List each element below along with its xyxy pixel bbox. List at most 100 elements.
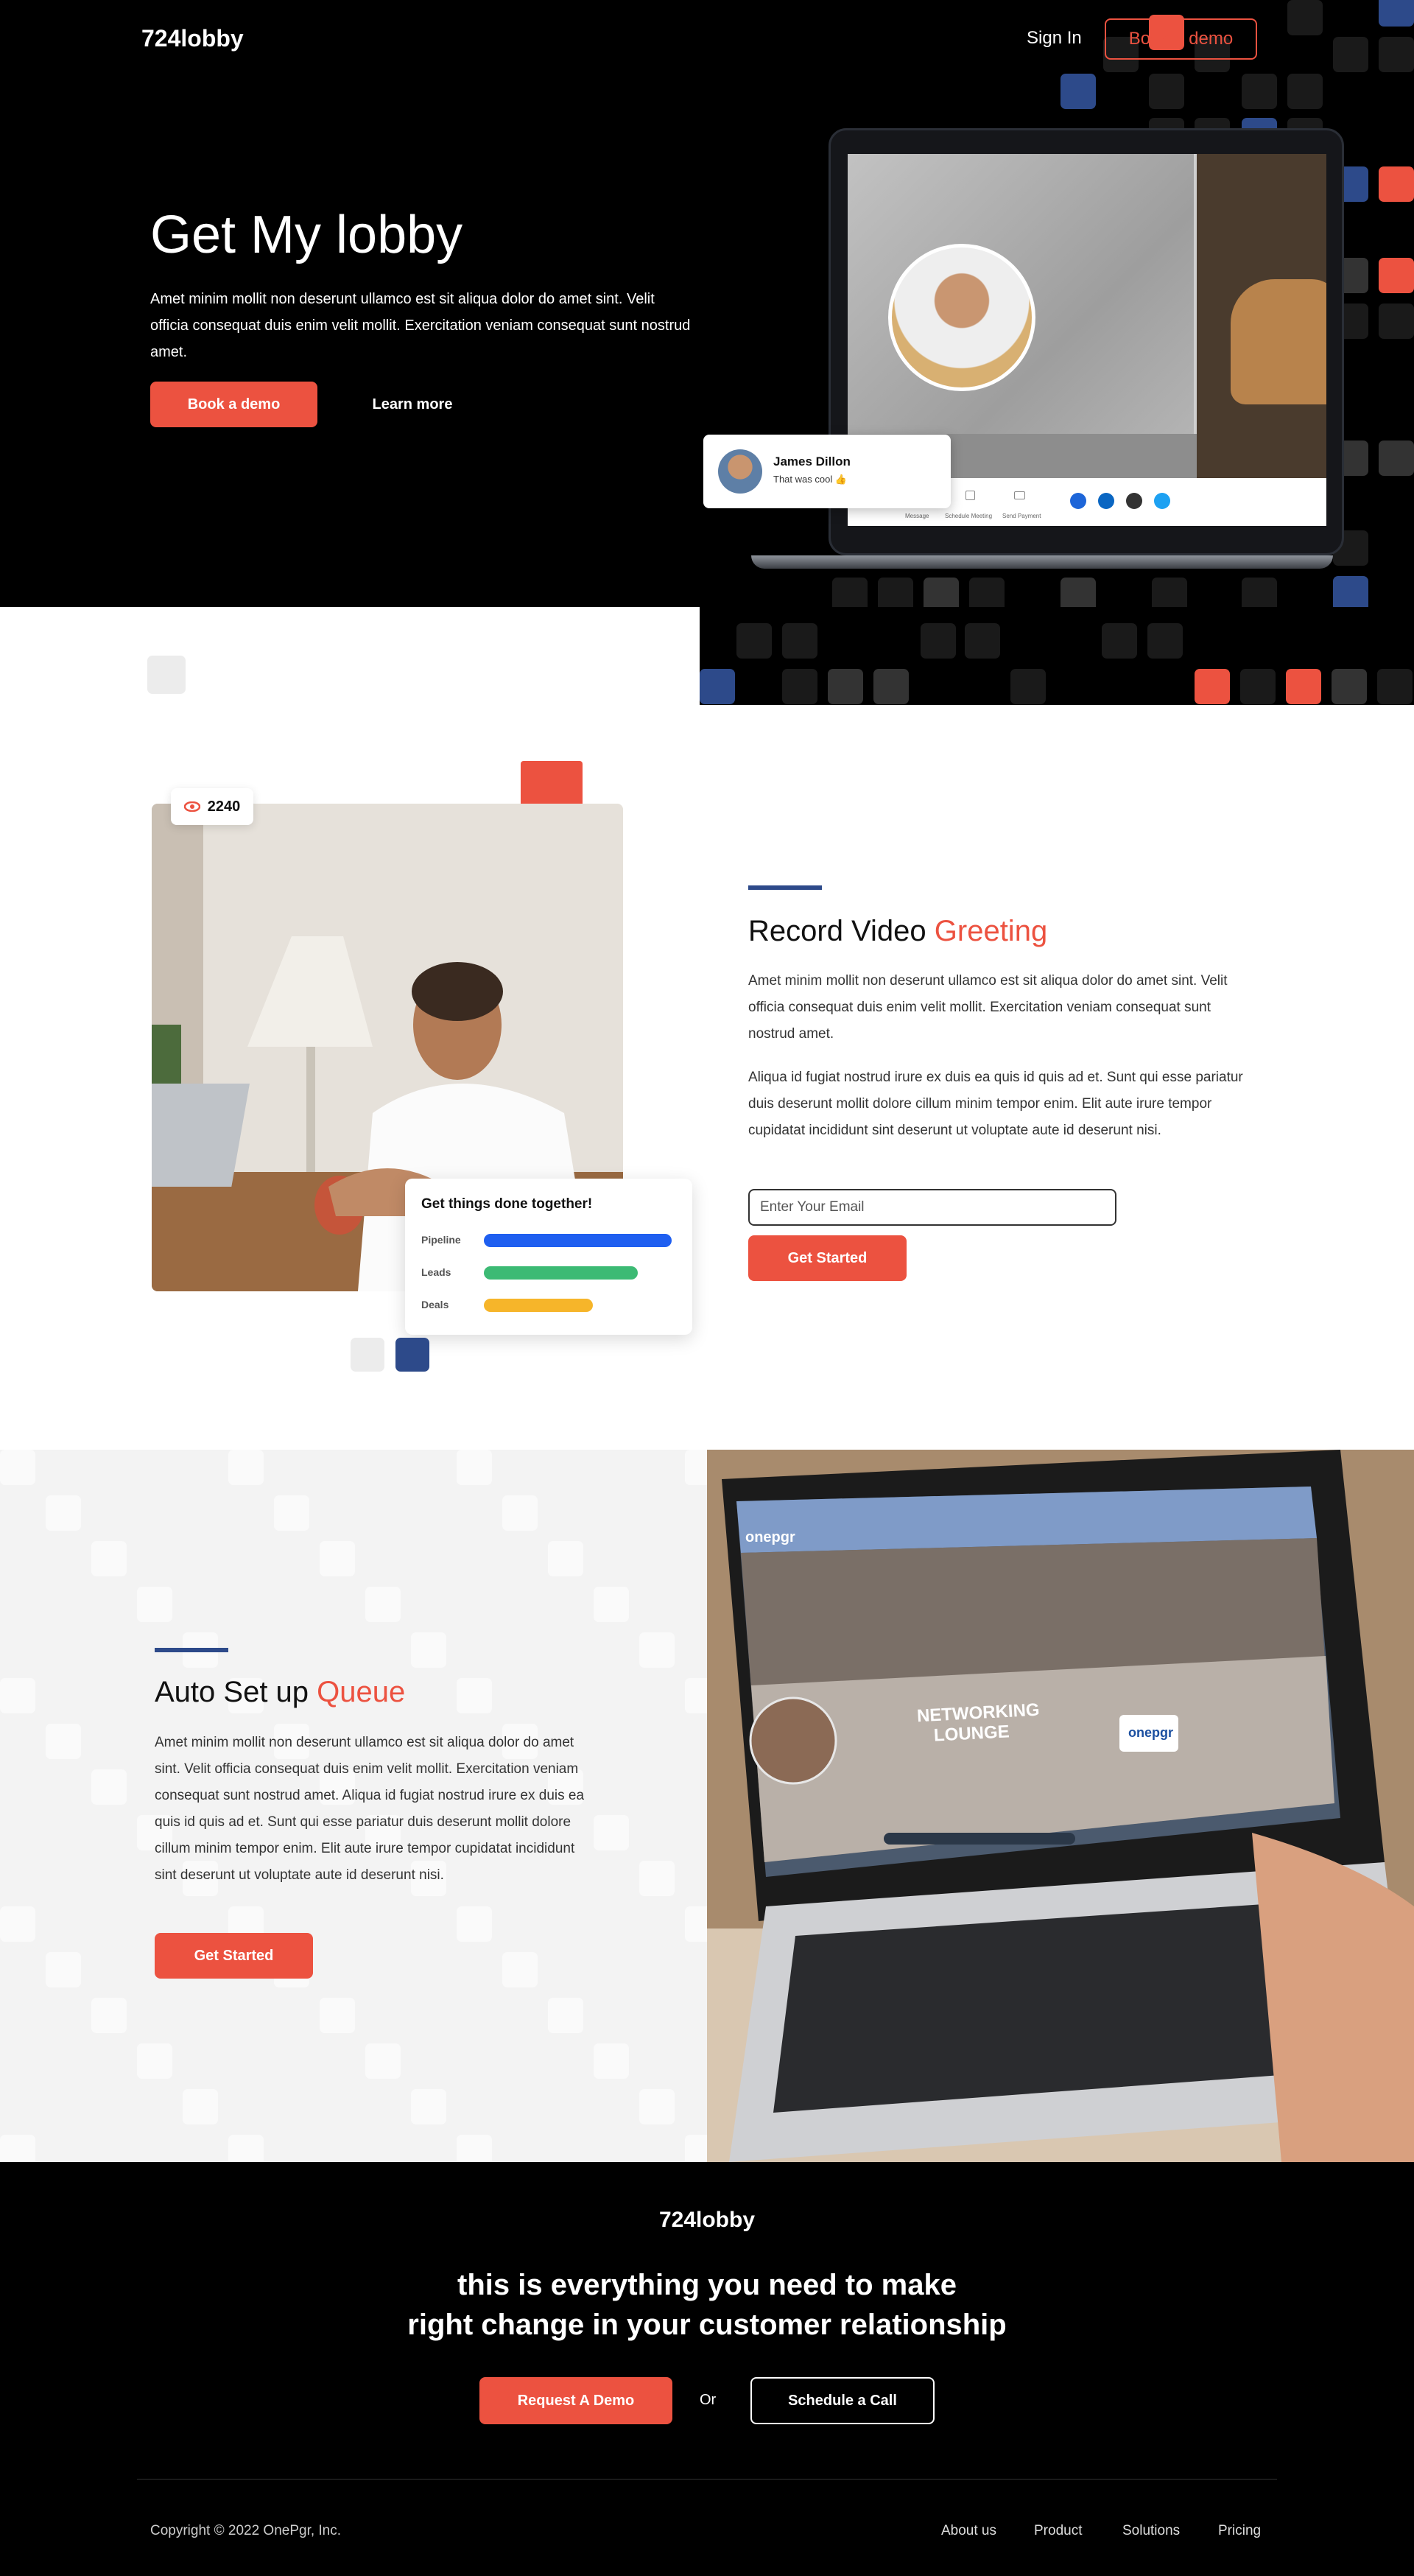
section-accent-rule: [748, 885, 822, 890]
or-label: Or: [700, 2392, 717, 2408]
decor-tile: [1379, 37, 1414, 72]
footer-divider: [137, 2479, 1277, 2480]
decor-tile: [0, 1678, 35, 1713]
decor-tile: [1379, 441, 1414, 476]
decor-tile: [502, 1495, 538, 1531]
decor-tile: [274, 1495, 309, 1531]
linkedin-icon[interactable]: [1098, 493, 1114, 509]
hero-title: Get My lobby: [150, 206, 463, 264]
greeting-title: Record Video Greeting: [748, 915, 1047, 948]
greeting-title-accent: Greeting: [934, 915, 1048, 947]
twitter-icon[interactable]: [1154, 493, 1170, 509]
decor-tile: [137, 2043, 172, 2079]
decor-tile: [1010, 669, 1046, 704]
decor-tile: [1060, 74, 1096, 109]
decor-tile: [91, 1769, 127, 1805]
email-field[interactable]: [748, 1189, 1116, 1226]
calendar-icon[interactable]: [965, 491, 975, 500]
decor-tile: [1242, 74, 1277, 109]
queue-title-accent: Queue: [317, 1676, 406, 1708]
queue-title: Auto Set up Queue: [155, 1676, 405, 1709]
decor-tile: [548, 1541, 583, 1576]
toolbar-label: Schedule Meeting: [945, 513, 993, 519]
decor-tile: [457, 1450, 492, 1485]
task-label: Pipeline: [421, 1234, 461, 1246]
decor-tile: [736, 623, 772, 659]
view-count-badge: 2240: [171, 788, 253, 825]
armchair: [1231, 279, 1326, 404]
footer-headline-line: right change in your customer relationsh…: [407, 2309, 1007, 2341]
schedule-call-button[interactable]: Schedule a Call: [750, 2377, 935, 2424]
decor-tile: [685, 1906, 707, 1942]
laptop-lounge-photo: onepgr NETWORKING LOUNGE onepgr: [707, 1450, 1414, 2162]
footer-link-product[interactable]: Product: [1034, 2523, 1082, 2539]
decor-tile: [1287, 0, 1323, 35]
decor-tile: [548, 1998, 583, 2033]
decor-tile: [457, 2135, 492, 2162]
learn-more-link[interactable]: Learn more: [361, 382, 464, 427]
instagram-icon[interactable]: [1126, 493, 1142, 509]
decor-tile: [228, 2135, 264, 2162]
decor-tile: [1102, 623, 1137, 659]
chat-message: That was cool 👍: [773, 474, 848, 485]
decor-tile: [639, 1861, 675, 1896]
queue-title-text: Auto Set up: [155, 1676, 317, 1708]
decor-tile: [46, 1952, 81, 1987]
decor-tile: [594, 1815, 629, 1850]
decor-tile: [228, 1450, 264, 1485]
decor-tile: [0, 1450, 35, 1485]
footer-logo[interactable]: 724lobby: [0, 2208, 1414, 2233]
footer-headline: this is everything you need to make righ…: [0, 2265, 1414, 2345]
decor-tile: [0, 1906, 35, 1942]
decor-tile: [639, 2089, 675, 2124]
footer-link-pricing[interactable]: Pricing: [1218, 2523, 1261, 2539]
greeting-paragraph-2: Aliqua id fugiat nostrud irure ex duis e…: [748, 1070, 1243, 1138]
decor-tile: [457, 1906, 492, 1942]
decor-tile: [685, 1450, 707, 1485]
decor-tile: [1379, 258, 1414, 293]
decor-tile: [685, 1678, 707, 1713]
footer-link-about[interactable]: About us: [941, 2523, 996, 2539]
greeting-title-text: Record Video: [748, 915, 935, 947]
toolbar-label: Message: [905, 513, 929, 519]
decor-tile: [782, 669, 817, 704]
decor-tile: [351, 1338, 384, 1372]
decor-tile: [365, 2043, 401, 2079]
laptop-lounge-illustration: [707, 1450, 1414, 2162]
toolbar-label: Send Payment: [1002, 513, 1041, 519]
section-accent-rule: [155, 1648, 228, 1652]
decor-tile: [137, 1587, 172, 1622]
decor-tile: [320, 1998, 355, 2033]
footer-link-solutions[interactable]: Solutions: [1122, 2523, 1180, 2539]
get-started-button[interactable]: Get Started: [748, 1235, 907, 1281]
sign-in-link[interactable]: Sign In: [1027, 28, 1082, 49]
decor-tile: [147, 656, 186, 694]
payment-icon[interactable]: [1014, 491, 1025, 499]
decor-tile: [395, 1338, 429, 1372]
decor-tile: [320, 1541, 355, 1576]
decor-tile: [0, 2135, 35, 2162]
decor-tile: [782, 623, 817, 659]
decor-tile: [1287, 74, 1323, 109]
footer: 724lobby this is everything you need to …: [0, 2162, 1414, 2576]
facebook-icon[interactable]: [1070, 493, 1086, 509]
decor-tile: [594, 2043, 629, 2079]
logo[interactable]: 724lobby: [141, 25, 244, 52]
decor-tile: [921, 623, 956, 659]
decor-tile: [1377, 669, 1413, 704]
request-demo-button[interactable]: Request A Demo: [479, 2377, 672, 2424]
eye-icon: [183, 801, 200, 812]
hero-section: 724lobby Sign In Book a demo Get My lobb…: [0, 0, 1414, 705]
decor-tile: [1333, 37, 1368, 72]
book-demo-nav-button[interactable]: Book a demo: [1105, 18, 1257, 60]
decor-tile: [365, 1587, 401, 1622]
queue-paragraph: Amet minim mollit non deserunt ullamco e…: [155, 1735, 585, 1883]
decor-tile: [411, 1632, 446, 1668]
get-started-button[interactable]: Get Started: [155, 1933, 313, 1979]
chat-card: James Dillon That was cool 👍: [703, 435, 951, 508]
decor-tile: [411, 2089, 446, 2124]
decor-tile: [1195, 669, 1230, 704]
book-demo-button[interactable]: Book a demo: [150, 382, 317, 427]
decor-tile: [1147, 623, 1183, 659]
laptop-base: [751, 555, 1333, 569]
